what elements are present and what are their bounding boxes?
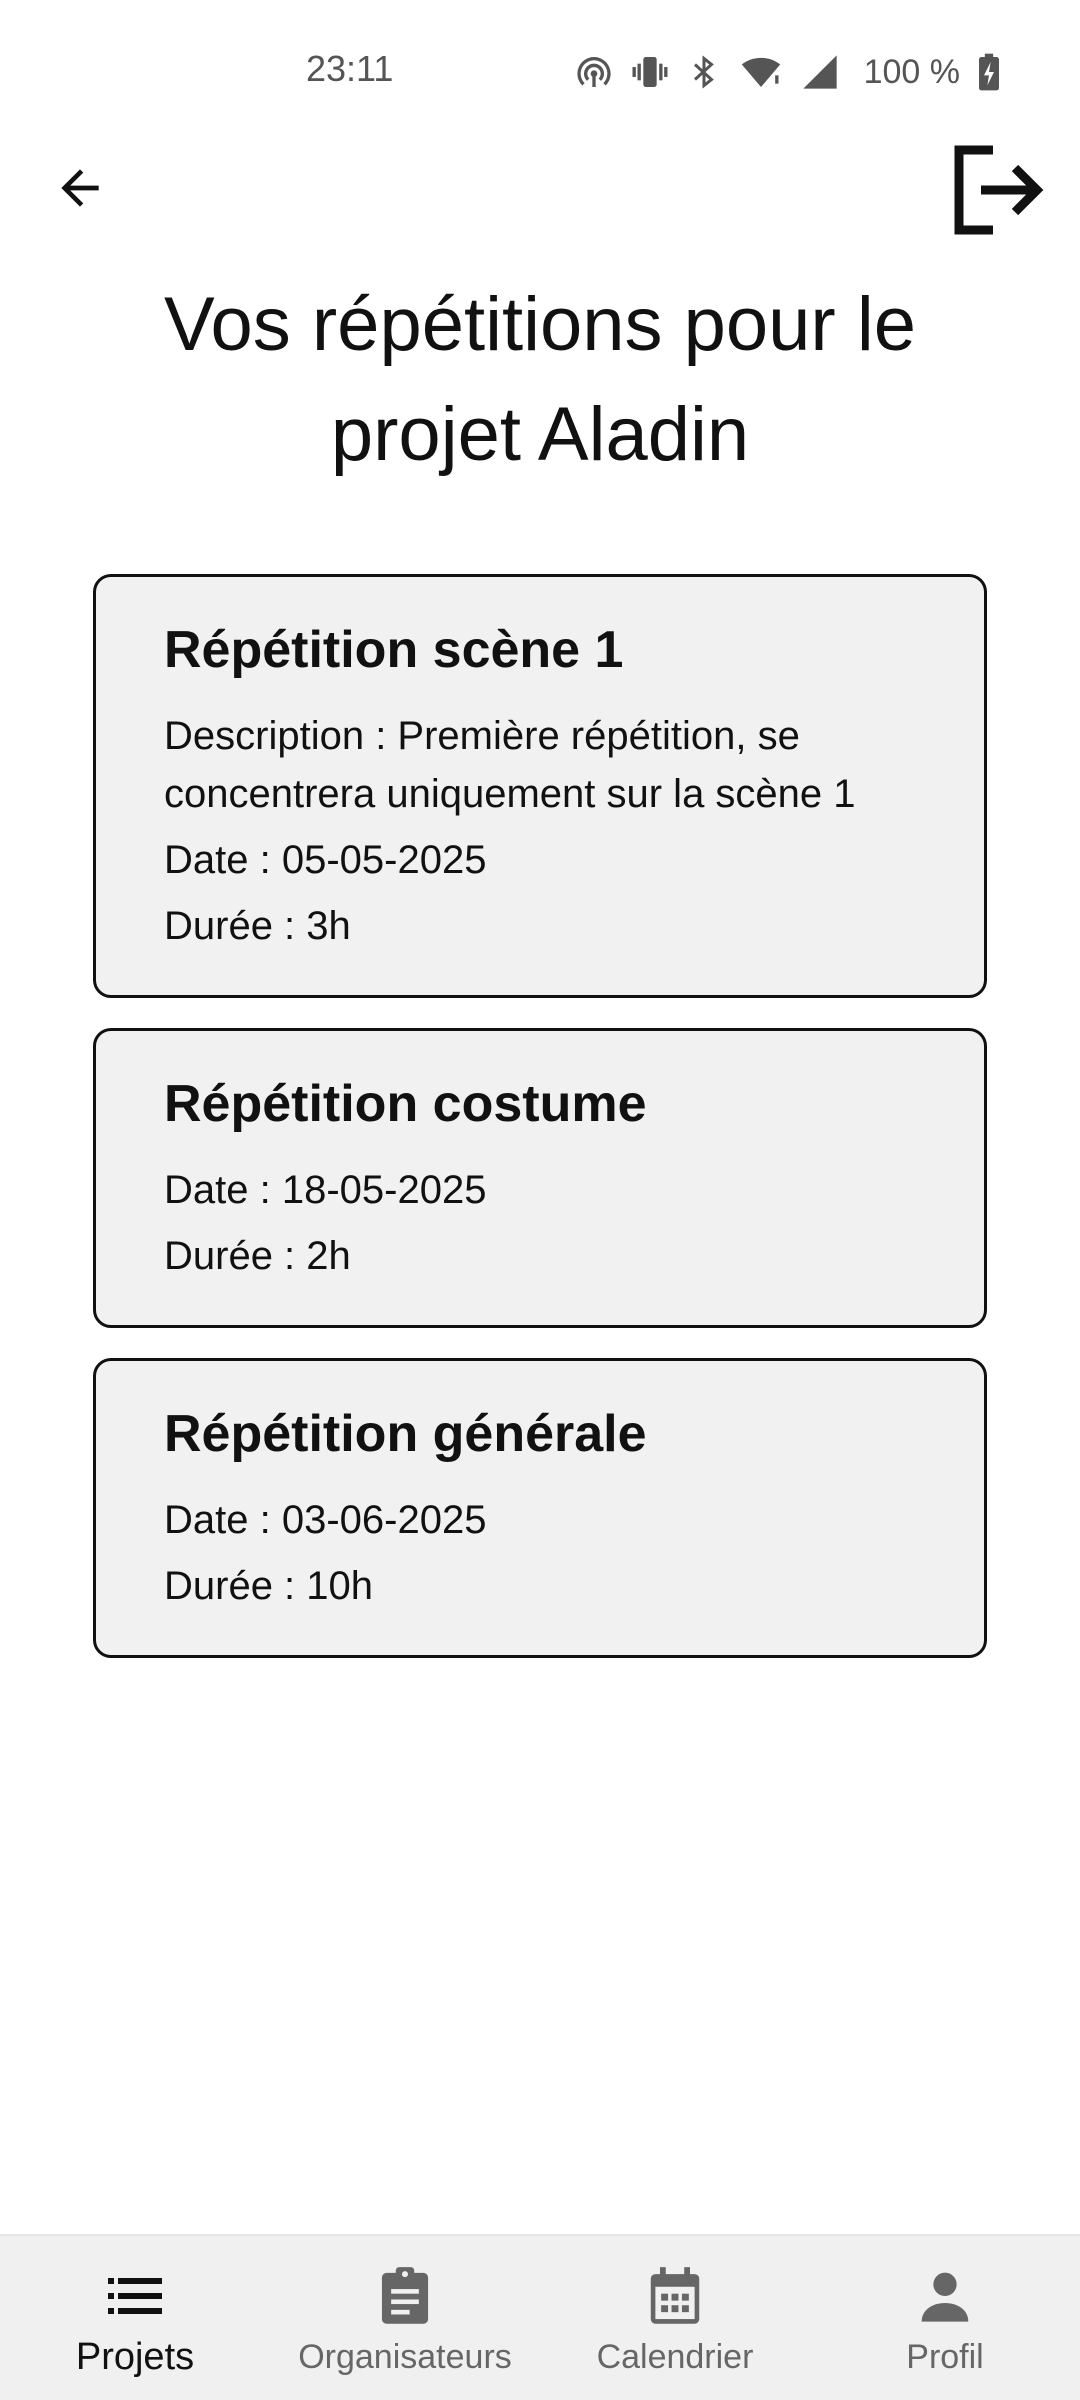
nav-label: Calendrier [596, 2338, 754, 2376]
nav-item-calendrier[interactable]: Calendrier [540, 2236, 810, 2400]
bottom-navigation: Projets Organisateurs Calendrier Profil [0, 2234, 1080, 2400]
battery-charging-icon [976, 52, 1002, 92]
logout-button[interactable] [942, 142, 1052, 242]
rehearsal-title: Répétition costume [164, 1075, 647, 1133]
nav-label: Projets [75, 2336, 195, 2378]
rehearsal-list: Répétition scène 1 Description : Premièr… [93, 574, 987, 1688]
clipboard-icon [377, 2264, 433, 2328]
rehearsal-card[interactable]: Répétition costume Date : 18-05-2025 Dur… [93, 1028, 987, 1328]
nav-label: Organisateurs [298, 2338, 512, 2376]
list-icon [108, 2264, 162, 2328]
hotspot-icon [574, 52, 614, 92]
back-button[interactable] [40, 150, 120, 230]
rehearsal-date: Date : 03-06-2025 [164, 1498, 487, 1542]
rehearsal-description: Description : Première répétition, se co… [164, 714, 856, 816]
rehearsal-duration: Durée : 3h [164, 904, 351, 948]
logout-icon [949, 144, 1045, 241]
wifi-icon [738, 52, 784, 92]
rehearsal-card[interactable]: Répétition scène 1 Description : Premièr… [93, 574, 987, 998]
nav-label: Profil [906, 2338, 984, 2376]
rehearsal-date: Date : 05-05-2025 [164, 838, 487, 882]
rehearsal-duration: Durée : 10h [164, 1564, 374, 1608]
person-icon [917, 2264, 973, 2328]
bluetooth-icon [686, 52, 722, 92]
signal-icon [800, 52, 840, 92]
calendar-icon [647, 2264, 703, 2328]
nav-item-profil[interactable]: Profil [810, 2236, 1080, 2400]
page-title: Vos répétitions pour le projet Aladin [163, 282, 917, 477]
status-time: 23:11 [306, 48, 394, 89]
rehearsal-date: Date : 18-05-2025 [164, 1168, 487, 1212]
nav-item-organisateurs[interactable]: Organisateurs [270, 2236, 540, 2400]
status-bar: 23:11 100 % [0, 0, 1080, 140]
status-icons: 100 % [574, 50, 1002, 94]
rehearsal-card[interactable]: Répétition générale Date : 03-06-2025 Du… [93, 1358, 987, 1658]
nav-item-projets[interactable]: Projets [0, 2236, 270, 2400]
arrow-left-icon [52, 160, 108, 221]
battery-percentage: 100 % [863, 52, 960, 91]
rehearsal-title: Répétition générale [164, 1405, 647, 1463]
rehearsal-duration: Durée : 2h [164, 1234, 351, 1278]
vibrate-icon [630, 52, 670, 92]
rehearsal-title: Répétition scène 1 [164, 621, 624, 679]
